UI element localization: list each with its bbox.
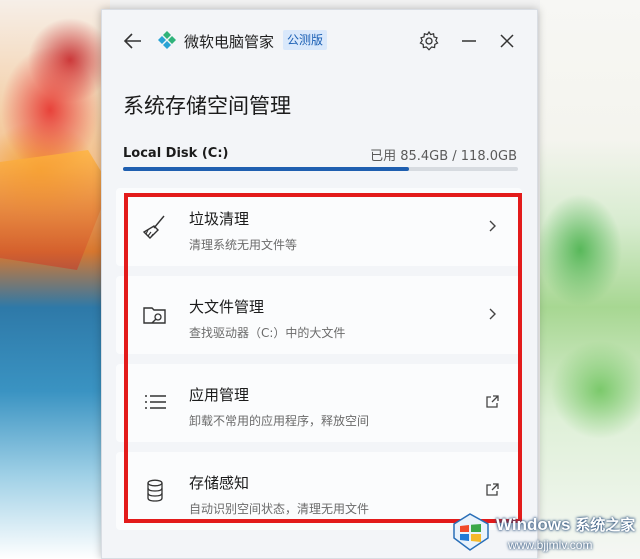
item-title: 应用管理: [189, 386, 250, 404]
open-external-icon: [486, 395, 499, 408]
gear-icon[interactable]: [418, 30, 440, 52]
item-title: 大文件管理: [189, 298, 265, 316]
minimize-icon[interactable]: [458, 30, 480, 52]
wallpaper-left-art: [0, 0, 110, 559]
close-icon[interactable]: [496, 30, 518, 52]
open-external-icon: [486, 483, 499, 496]
broom-icon: [142, 215, 165, 239]
watermark-title-en: Windows: [496, 515, 571, 534]
item-subtitle: 自动识别空间状态，清理无用文件: [189, 502, 370, 516]
disk-usage-bar: [123, 167, 518, 171]
beta-badge: 公测版: [283, 30, 328, 50]
watermark-url: www.bjjmlv.com: [508, 538, 593, 552]
site-watermark: Windows 系统之家 www.bjjmlv.com: [448, 508, 640, 559]
app-window: 微软电脑管家 公测版 系统存储空间管理 Local Disk (C:) 已用 8…: [101, 9, 538, 559]
list-item-app-management[interactable]: 应用管理 卸载不常用的应用程序，释放空间: [116, 364, 522, 442]
app-logo-icon: [158, 31, 176, 49]
list-item-large-files[interactable]: 大文件管理 查找驱动器（C:）中的大文件: [116, 276, 522, 354]
item-subtitle: 查找驱动器（C:）中的大文件: [189, 326, 346, 340]
disk-usage-text: 已用 85.4GB / 118.0GB: [370, 149, 517, 164]
page-title: 系统存储空间管理: [123, 94, 291, 118]
app-name: 微软电脑管家: [184, 33, 275, 51]
item-subtitle: 卸载不常用的应用程序，释放空间: [189, 414, 370, 428]
title-bar: 微软电脑管家 公测版: [102, 10, 537, 70]
back-arrow-icon[interactable]: [122, 30, 144, 52]
list-icon: [145, 395, 166, 409]
watermark-title: Windows 系统之家: [496, 514, 635, 535]
item-title: 垃圾清理: [189, 210, 250, 228]
list-item-junk-clean[interactable]: 垃圾清理 清理系统无用文件等: [116, 188, 522, 266]
disk-name: Local Disk (C:): [123, 146, 229, 161]
item-title: 存储感知: [189, 474, 250, 492]
watermark-title-cn: 系统之家: [575, 517, 636, 534]
windows-logo-icon: [453, 513, 489, 551]
chevron-right-icon: [489, 308, 496, 320]
folder-search-icon: [143, 307, 166, 324]
chevron-right-icon: [489, 220, 496, 232]
storage-tools-list: 垃圾清理 清理系统无用文件等 大文件管理 查找驱动器（C:）中的大文件 应用管理…: [116, 188, 522, 540]
item-subtitle: 清理系统无用文件等: [189, 238, 298, 252]
database-icon: [147, 479, 163, 502]
disk-usage-fill: [123, 167, 409, 171]
wallpaper-right-art: [540, 0, 640, 559]
